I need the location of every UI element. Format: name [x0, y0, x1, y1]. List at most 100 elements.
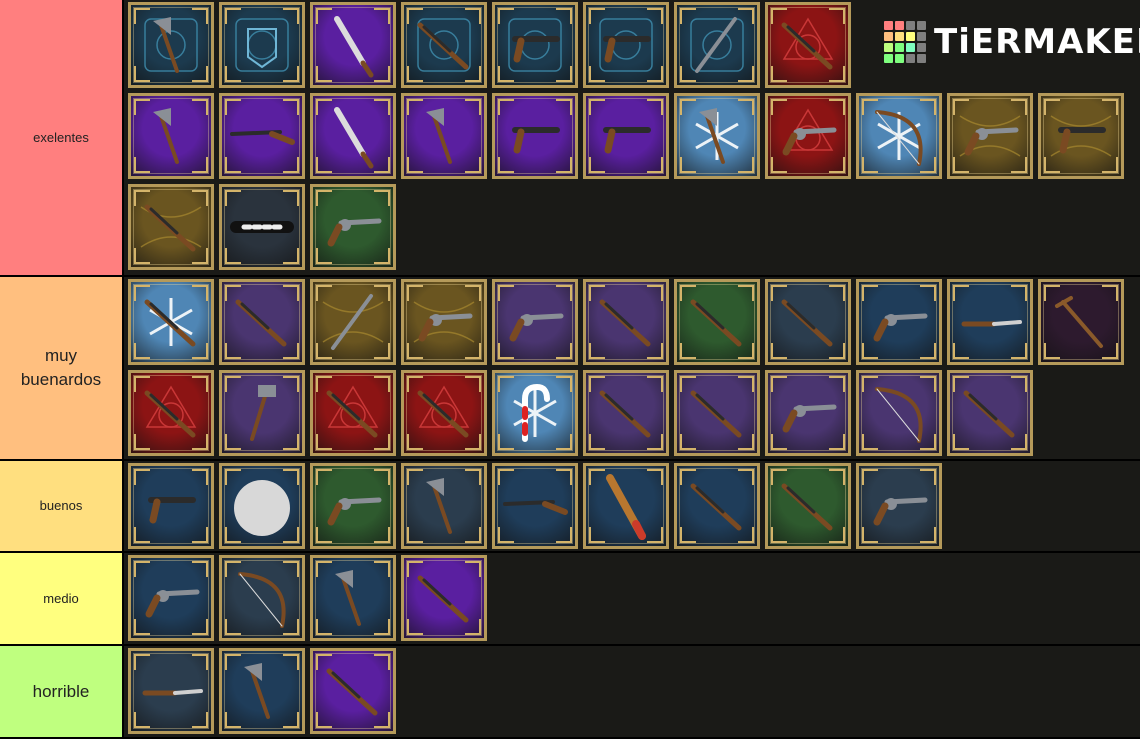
tier-item-tile[interactable] [947, 279, 1033, 365]
tiermaker-logo: TiERMAKER [884, 18, 1140, 66]
tier-item-tile[interactable] [128, 555, 214, 641]
tier-item-tile[interactable] [583, 279, 669, 365]
tier-item-tile[interactable] [674, 279, 760, 365]
tier-item-tile[interactable] [765, 463, 851, 549]
bow-icon [875, 387, 923, 443]
rifle-icon [599, 390, 651, 438]
rifle-icon [963, 390, 1015, 438]
rifle-icon [781, 299, 833, 347]
flashlight-icon [230, 221, 294, 233]
logo-cell [884, 54, 893, 63]
tier-item-tile[interactable] [1038, 279, 1124, 365]
logo-cell [895, 21, 904, 30]
rifle-icon [235, 299, 287, 347]
tier-item-tile[interactable] [310, 93, 396, 179]
tier-label[interactable]: muy buenardos [0, 277, 124, 459]
tier-item-tile[interactable] [583, 370, 669, 456]
tier-item-tile[interactable] [674, 2, 760, 88]
logo-cell [917, 43, 926, 52]
tier-item-tile[interactable] [219, 648, 305, 734]
tier-items [126, 553, 1140, 644]
rifle-icon [690, 390, 742, 438]
logo-cell [917, 32, 926, 41]
rifle-icon [144, 385, 197, 438]
tier-item-tile[interactable] [947, 370, 1033, 456]
pistol-icon [512, 127, 560, 154]
tier-row: buenos [0, 461, 1140, 553]
tier-label[interactable]: horrible [0, 646, 124, 737]
tier-row: medio [0, 553, 1140, 646]
revolver-icon [782, 108, 837, 156]
tier-item-tile[interactable] [583, 93, 669, 179]
tier-item-tile[interactable] [310, 648, 396, 734]
logo-cell [917, 54, 926, 63]
tier-item-tile[interactable] [310, 184, 396, 270]
tier-item-tile[interactable] [128, 463, 214, 549]
bow-icon [875, 110, 923, 166]
tier-item-tile[interactable] [219, 2, 305, 88]
revolver-icon [327, 497, 382, 526]
bat-icon [606, 474, 646, 540]
tier-item-tile[interactable] [310, 370, 396, 456]
tier-item-tile[interactable] [128, 2, 214, 88]
tier-item-tile[interactable] [310, 555, 396, 641]
tier-item-tile[interactable] [856, 93, 942, 179]
tier-item-tile[interactable] [219, 463, 305, 549]
tier-item-tile[interactable] [674, 463, 760, 549]
tier-item-tile[interactable] [856, 370, 942, 456]
pistol-icon [508, 18, 562, 72]
cane-icon [1055, 296, 1103, 348]
revolver-icon [509, 313, 564, 342]
tier-item-tile[interactable] [765, 279, 851, 365]
tier-item-tile[interactable] [492, 370, 578, 456]
axe-icon [153, 108, 179, 164]
tier-item-tile[interactable] [128, 184, 214, 270]
tier-label[interactable]: exelentes [0, 0, 124, 275]
tier-item-tile[interactable] [674, 370, 760, 456]
tier-label[interactable]: buenos [0, 461, 124, 551]
tier-item-tile[interactable] [765, 93, 851, 179]
rifle-icon [326, 385, 379, 438]
tier-item-tile[interactable] [401, 2, 487, 88]
axe-icon [426, 108, 452, 164]
tier-item-tile[interactable] [765, 2, 851, 88]
tier-item-tile[interactable] [401, 555, 487, 641]
logo-cell [906, 32, 915, 41]
tier-item-tile[interactable] [219, 184, 305, 270]
tier-item-tile[interactable] [1038, 93, 1124, 179]
pistol-icon [603, 127, 651, 154]
tier-item-tile[interactable] [310, 463, 396, 549]
rifle-icon [326, 668, 378, 716]
tier-label[interactable]: medio [0, 553, 124, 644]
tier-item-tile[interactable] [401, 279, 487, 365]
rifle-icon [417, 18, 471, 72]
tier-item-tile[interactable] [401, 370, 487, 456]
tier-item-tile[interactable] [401, 463, 487, 549]
tier-item-tile[interactable] [583, 2, 669, 88]
hexagon-emblem-icon [235, 18, 289, 72]
tier-item-tile[interactable] [492, 2, 578, 88]
tier-item-tile[interactable] [219, 279, 305, 365]
rifle-icon [144, 298, 196, 347]
tier-item-tile[interactable] [856, 463, 942, 549]
tier-item-tile[interactable] [310, 279, 396, 365]
tier-item-tile[interactable] [583, 463, 669, 549]
spear-icon [690, 17, 744, 73]
tier-item-tile[interactable] [128, 370, 214, 456]
tier-item-tile[interactable] [492, 279, 578, 365]
tier-item-tile[interactable] [765, 370, 851, 456]
tier-item-tile[interactable] [219, 93, 305, 179]
tier-item-tile[interactable] [128, 279, 214, 365]
tier-item-tile[interactable] [310, 2, 396, 88]
tier-item-tile[interactable] [401, 93, 487, 179]
tier-item-tile[interactable] [128, 93, 214, 179]
tier-item-tile[interactable] [219, 370, 305, 456]
tier-item-tile[interactable] [128, 648, 214, 734]
tier-item-tile[interactable] [219, 555, 305, 641]
tier-item-tile[interactable] [947, 93, 1033, 179]
tier-item-tile[interactable] [492, 463, 578, 549]
tier-item-tile[interactable] [674, 93, 760, 179]
axe-icon [695, 108, 739, 164]
tier-item-tile[interactable] [492, 93, 578, 179]
tier-item-tile[interactable] [856, 279, 942, 365]
